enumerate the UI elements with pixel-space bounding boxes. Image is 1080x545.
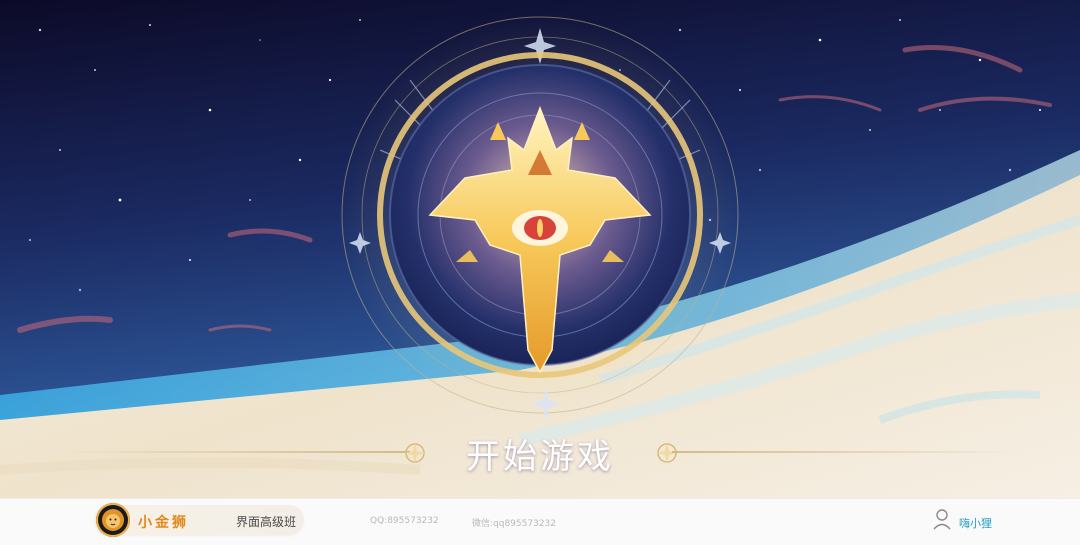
qq-contact: QQ:895573232 bbox=[370, 516, 439, 526]
user-name[interactable]: 嗨小狸 bbox=[959, 515, 992, 531]
footer-bar: 小金狮 界面高级班 QQ:895573232 微信:qq895573232 嗨小… bbox=[0, 498, 1080, 545]
user-icon[interactable] bbox=[932, 508, 954, 532]
brand-name: 小金狮 bbox=[138, 515, 189, 531]
divider-line-left bbox=[60, 451, 410, 453]
lion-logo-icon[interactable] bbox=[96, 503, 130, 537]
course-name: 界面高级班 bbox=[236, 515, 297, 529]
start-game-button[interactable]: 开始游戏 bbox=[440, 428, 640, 478]
start-area: 开始游戏 bbox=[0, 420, 1080, 480]
divider-line-right bbox=[672, 451, 1022, 453]
star-ornament-icon bbox=[405, 443, 425, 463]
star-ornament-icon bbox=[657, 443, 677, 463]
wechat-contact: 微信:qq895573232 bbox=[472, 519, 556, 529]
